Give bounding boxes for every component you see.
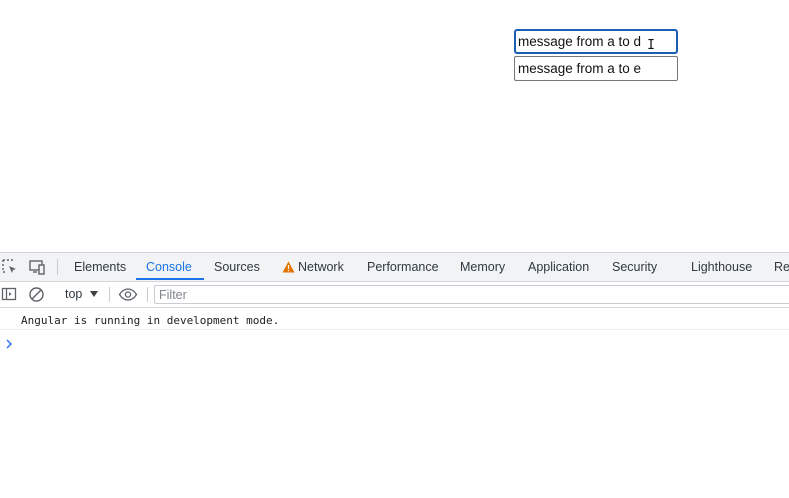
console-filter-input[interactable] [154, 285, 789, 304]
tab-recorder-truncated[interactable]: Re [774, 253, 789, 281]
tab-lighthouse[interactable]: Lighthouse [691, 253, 752, 281]
sidebar-toggle-icon[interactable] [1, 286, 18, 303]
toolbar-separator [147, 287, 148, 302]
warning-icon [282, 261, 295, 273]
tabbar-separator [57, 259, 58, 275]
devtools-tabbar: Elements Console Sources Network Perform… [0, 253, 789, 282]
chevron-down-icon [90, 291, 98, 297]
active-tab-indicator [136, 278, 204, 280]
message-input-b[interactable] [514, 56, 678, 81]
device-toolbar-icon[interactable] [28, 258, 46, 276]
toolbar-separator [109, 287, 110, 302]
chevron-right-icon [6, 339, 12, 349]
tab-network-label: Network [298, 260, 344, 274]
page-content: I [0, 0, 789, 252]
clear-console-icon[interactable] [28, 286, 45, 303]
tab-application[interactable]: Application [528, 253, 589, 281]
console-message-text: Angular is running in development mode. [21, 314, 280, 327]
console-prompt[interactable] [0, 335, 789, 353]
console-message: Angular is running in development mode. [0, 313, 789, 330]
tab-console[interactable]: Console [146, 253, 192, 281]
tab-elements[interactable]: Elements [74, 253, 126, 281]
context-selector[interactable]: top [65, 282, 82, 307]
tab-sources[interactable]: Sources [214, 253, 260, 281]
text-cursor-icon: I [647, 38, 655, 53]
tab-security[interactable]: Security [612, 253, 657, 281]
tab-network[interactable]: Network [282, 253, 344, 281]
devtools-panel: Elements Console Sources Network Perform… [0, 252, 789, 498]
tab-memory[interactable]: Memory [460, 253, 505, 281]
live-expression-eye-icon[interactable] [118, 286, 138, 303]
inspect-element-icon[interactable] [1, 258, 19, 276]
console-toolbar: top [0, 282, 789, 308]
tab-performance[interactable]: Performance [367, 253, 439, 281]
